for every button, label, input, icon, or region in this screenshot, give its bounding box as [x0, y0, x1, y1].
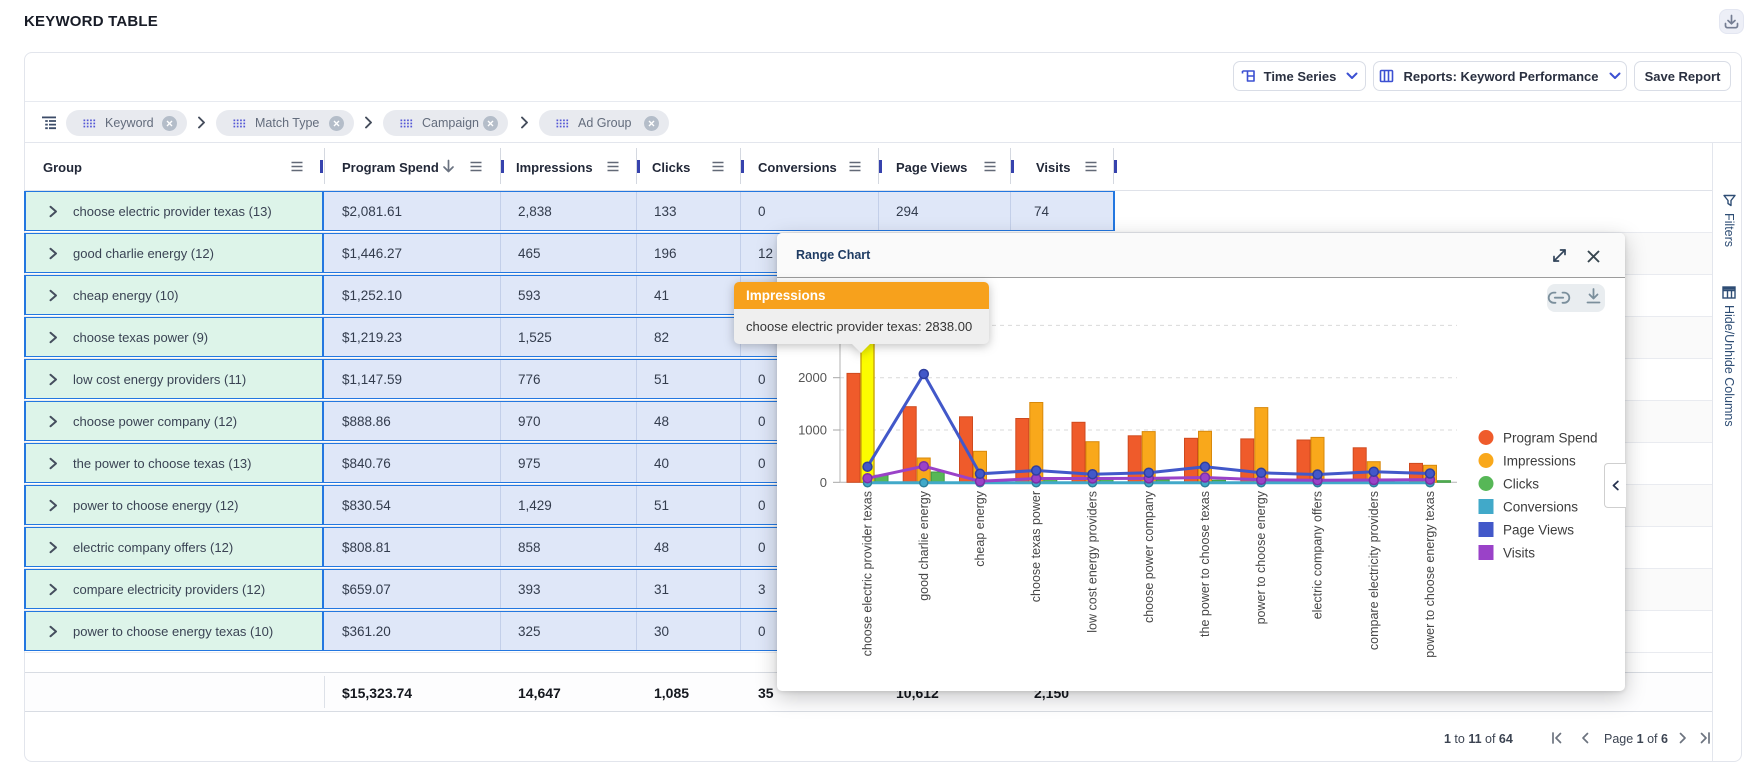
svg-text:2000: 2000: [798, 370, 827, 385]
svg-text:electric company offers: electric company offers: [1311, 491, 1325, 619]
svg-text:Page Views: Page Views: [1503, 522, 1574, 537]
svg-text:choose electric provider texas: choose electric provider texas: [861, 491, 875, 656]
svg-text:Clicks: Clicks: [1503, 476, 1539, 491]
svg-text:Conversions: Conversions: [1503, 499, 1578, 514]
svg-text:Visits: Visits: [1503, 545, 1535, 560]
svg-text:compare electricity providers: compare electricity providers: [1367, 491, 1381, 650]
svg-text:choose texas power: choose texas power: [1029, 491, 1043, 602]
svg-text:low cost energy providers: low cost energy providers: [1086, 491, 1100, 633]
svg-text:cheap energy: cheap energy: [973, 490, 987, 567]
svg-text:0: 0: [820, 475, 827, 490]
svg-text:Impressions: Impressions: [1503, 453, 1576, 468]
svg-text:power to choose energy: power to choose energy: [1254, 490, 1268, 624]
svg-text:choose power company: choose power company: [1142, 490, 1156, 623]
svg-text:the power to choose texas: the power to choose texas: [1198, 491, 1212, 637]
svg-text:good charlie energy: good charlie energy: [917, 490, 931, 601]
svg-text:Program Spend: Program Spend: [1503, 430, 1598, 445]
svg-text:1000: 1000: [798, 423, 827, 438]
svg-text:power to choose energy texas: power to choose energy texas: [1423, 491, 1437, 658]
